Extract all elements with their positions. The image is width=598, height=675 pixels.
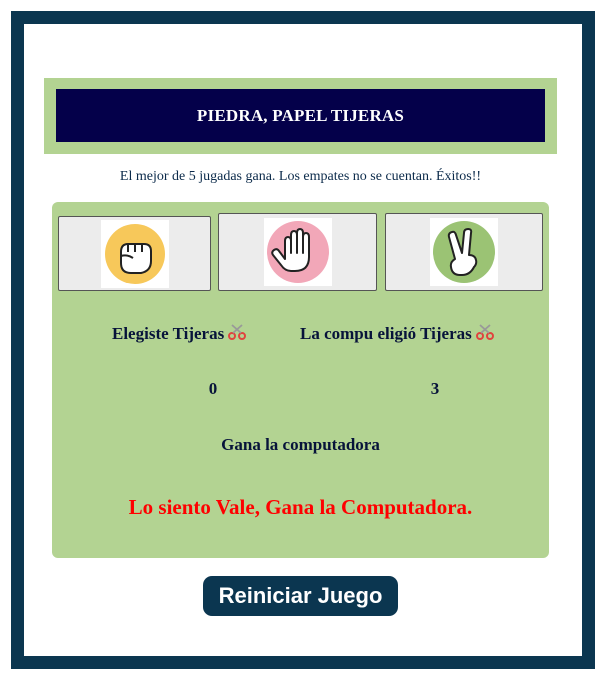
page-title: PIEDRA, PAPEL TIJERAS [56, 89, 545, 142]
game-panel: Elegiste Tijeras La compu eligió Tijeras… [52, 202, 549, 558]
paper-hand-icon [263, 218, 332, 286]
scissors-choice-button[interactable] [385, 213, 543, 291]
game-frame: PIEDRA, PAPEL TIJERAS El mejor de 5 juga… [11, 11, 595, 669]
scissors-hand-icon [430, 218, 498, 286]
scissors-icon [228, 323, 247, 346]
rock-hand-icon [100, 219, 169, 288]
player-choice-label: Elegiste Tijeras [112, 324, 225, 343]
cpu-choice-text: La compu eligió Tijeras [300, 323, 494, 346]
restart-game-button[interactable]: Reiniciar Juego [203, 576, 398, 616]
cpu-choice-label: La compu eligió Tijeras [300, 324, 472, 343]
final-message-text: Lo siento Vale, Gana la Computadora. [128, 495, 473, 519]
paper-choice-button[interactable] [218, 213, 377, 291]
player-score: 0 [208, 379, 218, 398]
scissors-icon [475, 323, 494, 346]
round-result-text: Gana la computadora [221, 435, 380, 454]
game-instructions: El mejor de 5 jugadas gana. Los empates … [119, 169, 482, 184]
player-choice-text: Elegiste Tijeras [112, 323, 247, 346]
title-band: PIEDRA, PAPEL TIJERAS [44, 78, 557, 154]
cpu-score: 3 [430, 379, 440, 398]
rock-choice-button[interactable] [58, 216, 211, 291]
